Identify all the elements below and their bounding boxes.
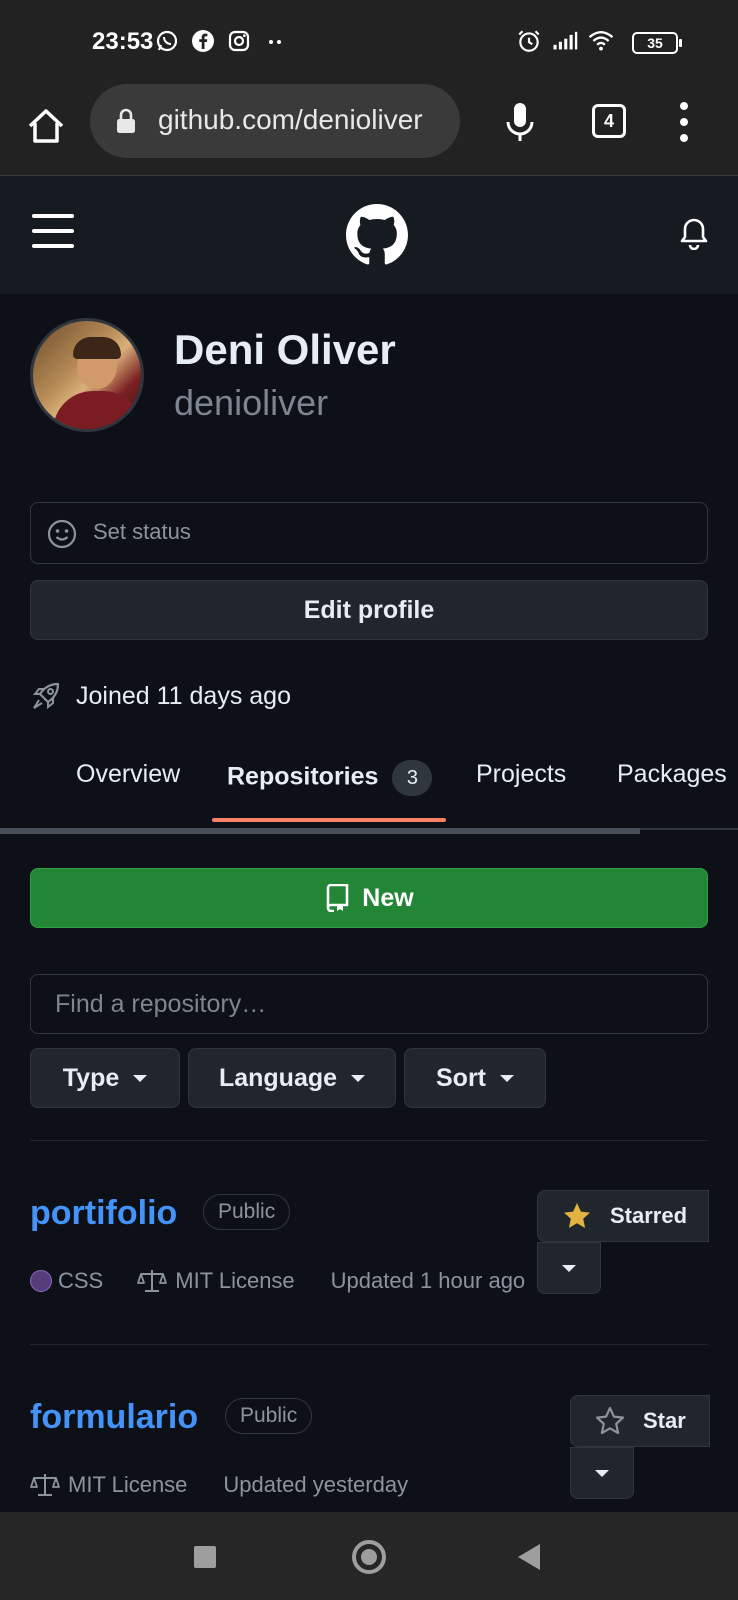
- edit-profile-button[interactable]: Edit profile: [30, 580, 708, 640]
- home-icon[interactable]: [24, 104, 68, 148]
- status-bar: 23:53 35: [0, 0, 738, 84]
- language-color-dot: [30, 1270, 52, 1292]
- repo-meta: CSS MIT License Updated 1 hour ago: [30, 1268, 525, 1294]
- repo-license: MIT License: [68, 1472, 188, 1497]
- notifications-bell-icon[interactable]: [678, 216, 710, 251]
- browser-menu-icon[interactable]: [672, 102, 696, 142]
- type-filter-button[interactable]: Type: [30, 1048, 180, 1108]
- rocket-icon: [30, 680, 62, 712]
- battery-indicator: 35: [632, 32, 682, 54]
- divider: [30, 1344, 708, 1345]
- chevron-down-icon: [133, 1074, 148, 1082]
- chevron-down-icon: [562, 1264, 576, 1272]
- repo-name-link[interactable]: formulario: [30, 1398, 198, 1437]
- set-status-button[interactable]: Set status: [30, 502, 708, 564]
- repo-updated: Updated 1 hour ago: [330, 1268, 526, 1293]
- starred-label: Starred: [610, 1203, 688, 1228]
- home-button[interactable]: [352, 1540, 386, 1574]
- new-repository-button[interactable]: New: [30, 868, 708, 928]
- star-outline-icon: [595, 1406, 625, 1436]
- repo-license: MIT License: [175, 1268, 295, 1293]
- recent-apps-button[interactable]: [194, 1546, 216, 1568]
- law-scale-icon: [137, 1268, 168, 1294]
- repo-updated: Updated yesterday: [223, 1472, 409, 1497]
- repositories-count-badge: 3: [392, 760, 433, 796]
- repo-meta: MIT License Updated yesterday: [30, 1472, 408, 1498]
- status-time: 23:53: [92, 28, 154, 55]
- new-button-label: New: [362, 883, 414, 912]
- profile-tabs: Overview Repositories 3 Projects Packages: [0, 740, 738, 822]
- whatsapp-icon: [154, 28, 180, 54]
- tab-overview[interactable]: Overview: [76, 760, 180, 789]
- star-button[interactable]: Star: [570, 1395, 710, 1447]
- browser-toolbar: github.com/denioliver 4: [0, 84, 738, 176]
- profile-username: denioliver: [174, 382, 329, 423]
- instagram-icon: [226, 28, 252, 54]
- find-repository-input[interactable]: [30, 974, 708, 1034]
- chevron-down-icon: [595, 1469, 609, 1477]
- joined-info: Joined 11 days ago: [30, 680, 291, 712]
- language-filter-button[interactable]: Language: [188, 1048, 396, 1108]
- repo-name-link[interactable]: portifolio: [30, 1194, 177, 1233]
- joined-text: Joined 11 days ago: [76, 681, 291, 710]
- tab-switcher-button[interactable]: 4: [592, 104, 626, 138]
- star-list-dropdown[interactable]: [570, 1447, 634, 1499]
- more-dots-icon: [262, 28, 288, 54]
- visibility-badge: Public: [203, 1194, 291, 1230]
- microphone-icon[interactable]: [500, 100, 540, 144]
- address-bar[interactable]: github.com/denioliver: [90, 84, 460, 158]
- sort-filter-button[interactable]: Sort: [404, 1048, 546, 1108]
- wifi-icon: [588, 28, 614, 54]
- active-tab-indicator: [212, 818, 446, 822]
- law-scale-icon: [30, 1472, 60, 1498]
- set-status-label: Set status: [93, 519, 191, 544]
- repo-language: CSS: [58, 1268, 104, 1293]
- back-button[interactable]: [518, 1544, 540, 1570]
- tab-packages[interactable]: Packages: [617, 760, 727, 789]
- type-filter-label: Type: [62, 1063, 120, 1092]
- profile-name: Deni Oliver: [174, 326, 396, 373]
- chevron-down-icon: [351, 1074, 366, 1082]
- lock-icon: [116, 108, 136, 134]
- tab-projects[interactable]: Projects: [476, 760, 566, 789]
- signal-icon: [552, 28, 578, 54]
- system-navigation-bar: [0, 1512, 738, 1600]
- tabs-scroll-indicator[interactable]: [0, 828, 640, 834]
- github-header: [0, 176, 738, 294]
- url-text[interactable]: github.com/denioliver: [158, 104, 450, 136]
- facebook-icon: [190, 28, 216, 54]
- star-label: Star: [643, 1408, 686, 1433]
- star-filled-icon: [562, 1201, 592, 1231]
- visibility-badge: Public: [225, 1398, 313, 1434]
- avatar[interactable]: [30, 318, 144, 432]
- github-logo-icon[interactable]: [346, 204, 408, 266]
- alarm-icon: [516, 28, 542, 54]
- menu-hamburger-icon[interactable]: [32, 214, 74, 248]
- divider: [30, 1140, 708, 1141]
- starred-button[interactable]: Starred: [537, 1190, 709, 1242]
- sort-filter-label: Sort: [436, 1063, 486, 1092]
- tab-repositories[interactable]: Repositories 3: [227, 760, 433, 796]
- star-list-dropdown[interactable]: [537, 1242, 601, 1294]
- language-filter-label: Language: [218, 1063, 338, 1092]
- tab-repositories-label: Repositories: [227, 762, 379, 791]
- repo-icon: [324, 883, 350, 913]
- chevron-down-icon: [500, 1074, 514, 1082]
- smiley-icon: [47, 519, 77, 549]
